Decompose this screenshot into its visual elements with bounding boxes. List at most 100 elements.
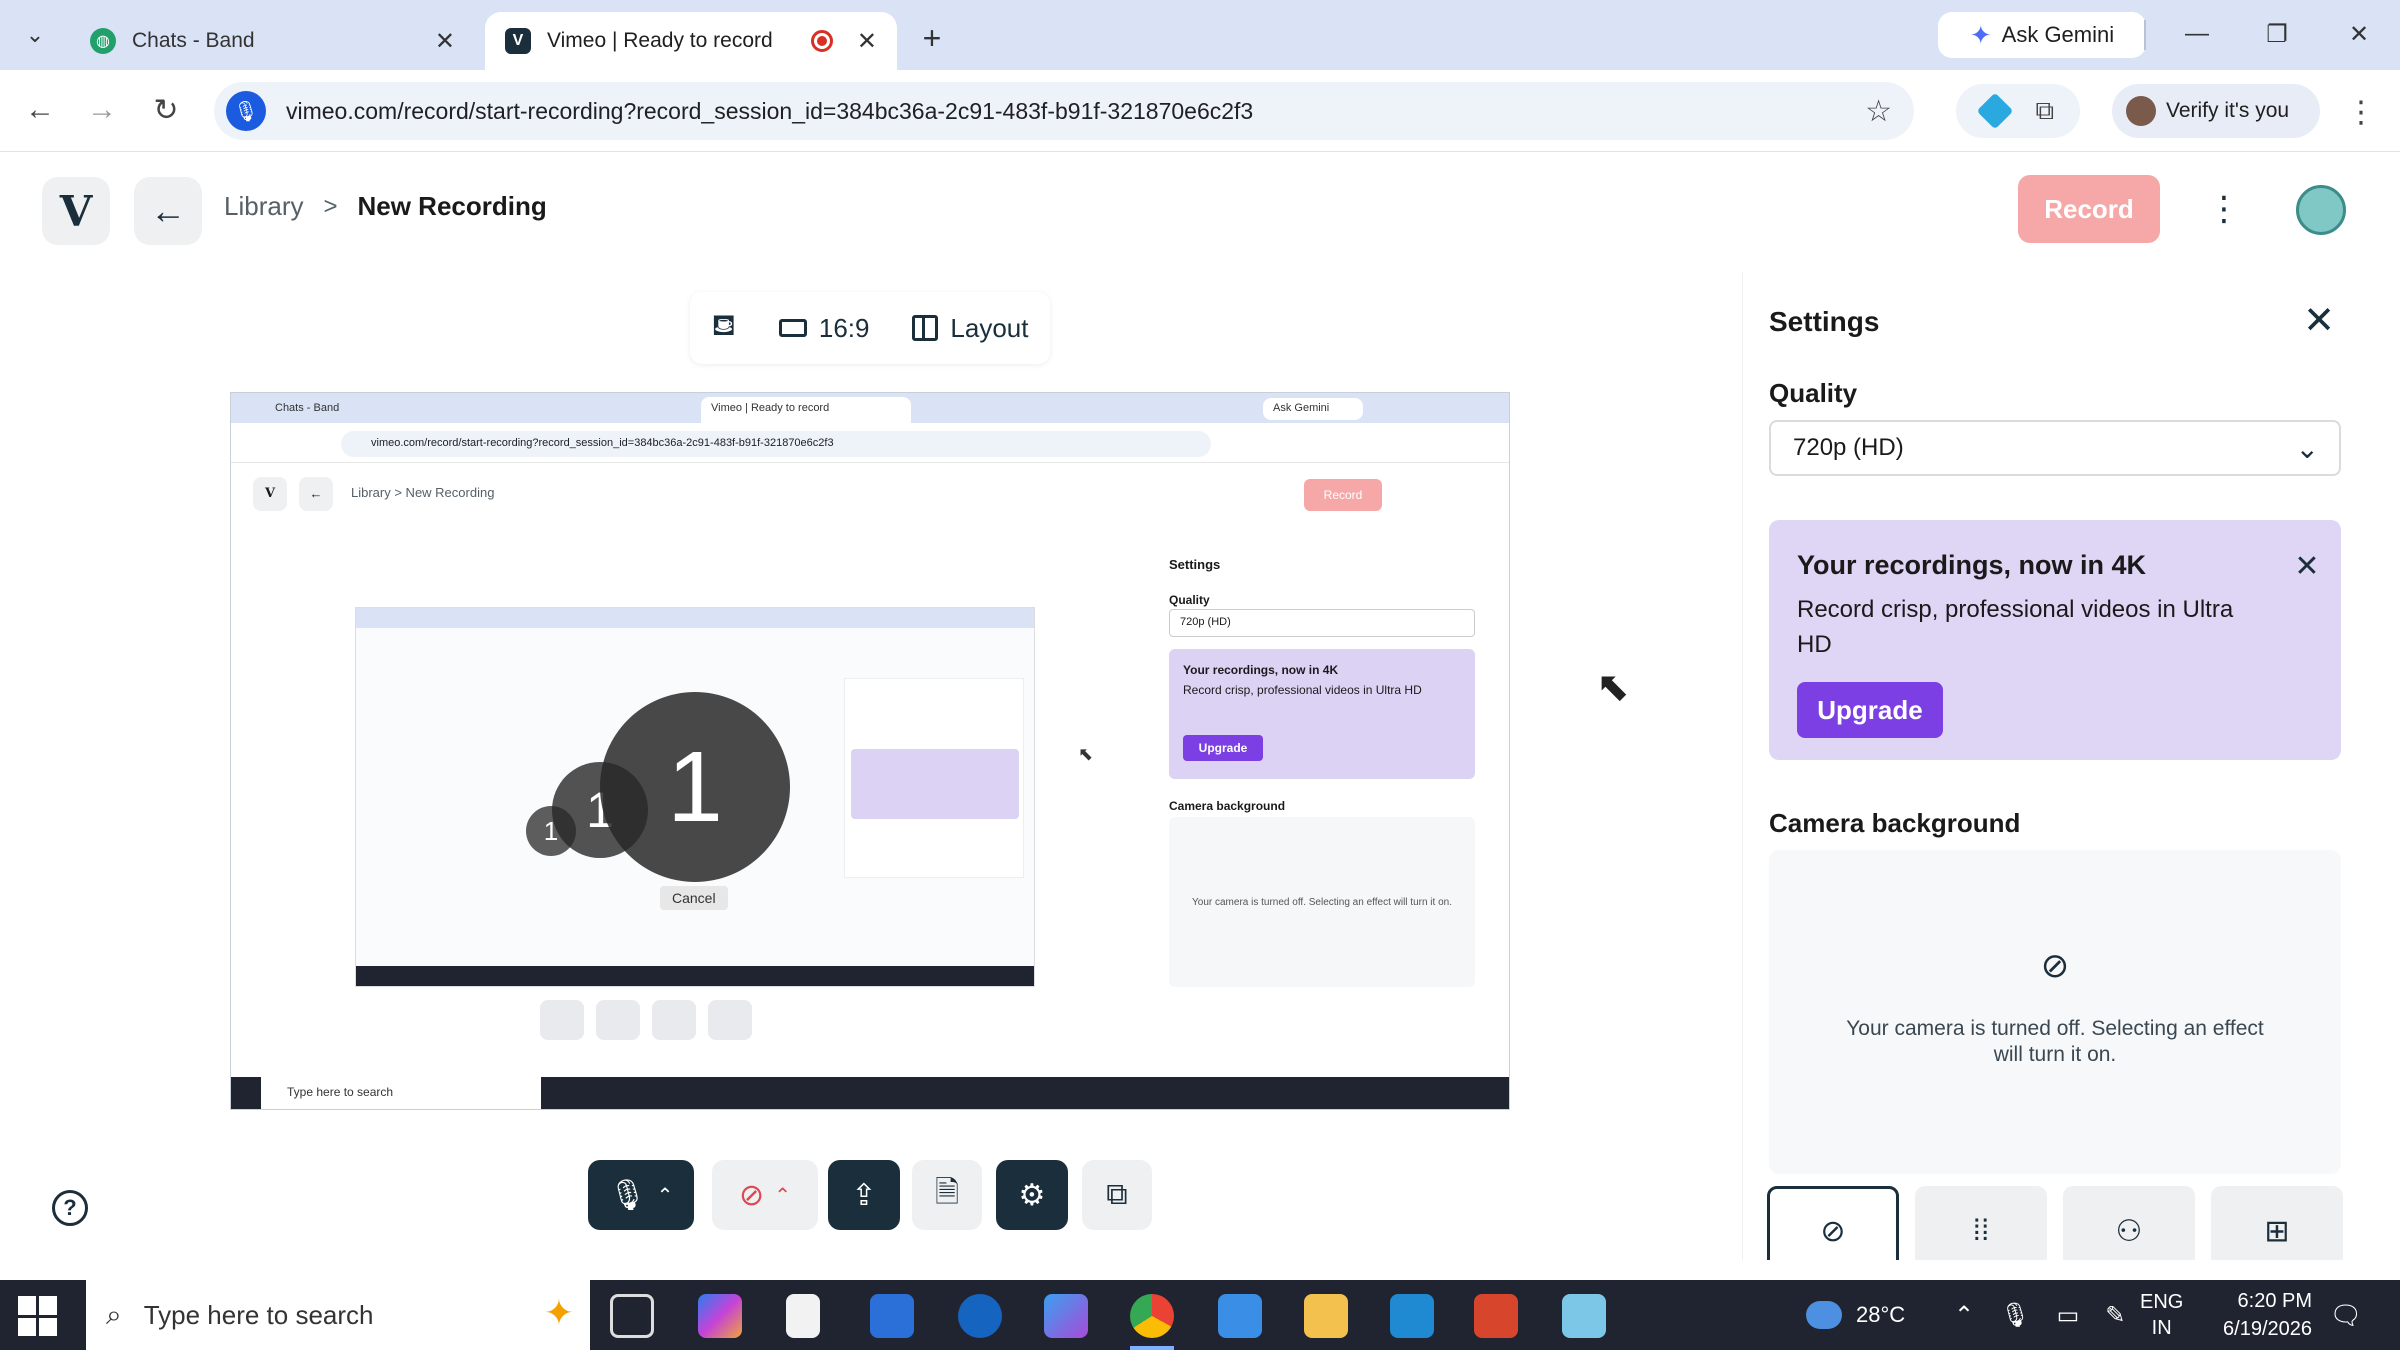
microphone-tray-icon[interactable]: 🎙 — [2000, 1301, 2030, 1330]
preview-gemini: Ask Gemini — [1263, 398, 1363, 420]
microphone-permission-icon[interactable]: 🎙 — [226, 91, 266, 131]
script-notes-button[interactable]: 🗎 — [912, 1160, 982, 1230]
remote-desktop-icon[interactable] — [1218, 1294, 1262, 1338]
preview-control — [596, 1000, 640, 1040]
settings-panel: Settings ✕ Quality 720p (HD) ⌄ Your reco… — [1742, 272, 2360, 1260]
task-view-icon[interactable] — [610, 1294, 654, 1338]
search-highlight-icon: ✦ — [543, 1292, 574, 1333]
preview-settings-title: Settings — [1169, 557, 1221, 572]
background-fill-button[interactable]: ⛾ — [711, 309, 736, 347]
file-explorer-icon[interactable] — [1304, 1294, 1348, 1338]
browser-menu-icon[interactable]: ⋮ — [2346, 90, 2376, 134]
chevron-up-icon[interactable]: ⌃ — [657, 1183, 674, 1208]
clock[interactable]: 6:20 PM 6/19/2026 — [2202, 1280, 2312, 1350]
effect-spotlight-button[interactable]: ⚇ — [2063, 1186, 2195, 1260]
preview-camera-message: Your camera is turned off. Selecting an … — [1192, 897, 1452, 908]
url-text: vimeo.com/record/start-recording?record_… — [286, 97, 1254, 124]
close-tab-icon[interactable]: ✕ — [435, 27, 455, 56]
restore-button[interactable]: ❐ — [2252, 14, 2302, 54]
close-window-button[interactable]: ✕ — [2334, 14, 2384, 54]
outlook-icon[interactable] — [958, 1294, 1002, 1338]
record-button[interactable]: Record — [2018, 175, 2160, 243]
profile-verify-button[interactable]: Verify it's you — [2112, 84, 2320, 138]
preview-back-icon: ← — [299, 477, 333, 511]
help-icon[interactable]: ? — [52, 1190, 88, 1226]
extensions-group: ⧉ — [1956, 84, 2080, 138]
user-avatar[interactable] — [2296, 185, 2346, 235]
nested-tab-strip — [356, 608, 1034, 628]
reload-button[interactable]: ↻ — [144, 88, 188, 132]
tab-vimeo[interactable]: V Vimeo | Ready to record ✕ — [485, 12, 897, 70]
breadcrumb-library-link[interactable]: Library — [224, 191, 303, 222]
countdown-large: 1 — [600, 692, 790, 882]
tab-chats-band[interactable]: ◍ Chats - Band ✕ — [70, 12, 475, 70]
chrome-icon[interactable] — [1130, 1294, 1174, 1338]
preview-toolbar: vimeo.com/record/start-recording?record_… — [231, 423, 1509, 463]
tab-search-dropdown[interactable]: ⌄ — [14, 14, 56, 56]
puzzle-extensions-icon[interactable]: ⧉ — [2036, 95, 2055, 127]
layout-button[interactable]: Layout — [912, 313, 1029, 344]
effect-none-button[interactable]: ⊘ — [1767, 1186, 1899, 1260]
acrobat-icon[interactable] — [1474, 1294, 1518, 1338]
promo-body: Record crisp, professional videos in Ult… — [1797, 596, 2234, 658]
copilot-icon[interactable] — [698, 1294, 742, 1338]
close-tab-icon[interactable]: ✕ — [857, 27, 877, 56]
camera-off-message: Your camera is turned off. Selecting an … — [1846, 1017, 2264, 1066]
close-settings-icon[interactable]: ✕ — [2297, 298, 2341, 342]
aspect-ratio-button[interactable]: 16:9 — [778, 313, 870, 344]
promo-title: Your recordings, now in 4K — [1797, 550, 2147, 580]
nested-settings — [844, 678, 1024, 878]
more-options-icon[interactable]: ⋮ — [2206, 183, 2242, 235]
microphone-toggle-button[interactable]: 🎙 ⌃ — [588, 1160, 694, 1230]
windows-start-button[interactable] — [18, 1296, 58, 1336]
gemini-sparkle-icon: ✦ — [1969, 19, 1992, 50]
app-icon[interactable] — [1562, 1294, 1606, 1338]
cloud-weather-icon — [1806, 1301, 1842, 1329]
pen-icon[interactable]: ✎ — [2105, 1301, 2125, 1330]
share-screen-icon: ⇪ — [851, 1178, 877, 1212]
notifications-icon[interactable]: 🗨 — [2326, 1280, 2366, 1350]
preview-breadcrumb: Library > New Recording — [351, 485, 495, 500]
chevron-up-icon[interactable]: ⌃ — [774, 1183, 791, 1208]
back-arrow-button[interactable]: ← — [134, 177, 202, 245]
bookmark-star-icon[interactable]: ☆ — [1865, 94, 1892, 129]
vscode-icon[interactable] — [1390, 1294, 1434, 1338]
countdown-cancel-button[interactable]: Cancel — [660, 886, 728, 910]
minimize-button[interactable]: — — [2172, 14, 2222, 54]
effect-blur-button[interactable]: ⁞⁞ — [1915, 1186, 2047, 1260]
preview-promo-body: Record crisp, professional videos in Ult… — [1183, 683, 1422, 697]
microsoft-365-icon[interactable] — [1044, 1294, 1088, 1338]
taskbar-search-box[interactable]: ⌕ Type here to search ✦ — [86, 1280, 590, 1350]
ask-gemini-button[interactable]: ✦ Ask Gemini — [1938, 12, 2146, 58]
show-hidden-icons-icon[interactable]: ⌃ — [1954, 1301, 1974, 1330]
quality-select[interactable]: 720p (HD) ⌄ — [1769, 420, 2341, 476]
extension-diamond-icon[interactable] — [1976, 92, 2014, 130]
windows-logo-pane — [18, 1296, 36, 1315]
region-code: IN — [2151, 1317, 2172, 1339]
chevron-right-icon: > — [323, 192, 338, 220]
layout-icon — [912, 315, 939, 341]
store-icon[interactable] — [870, 1294, 914, 1338]
effect-add-image-button[interactable]: ⊞ — [2211, 1186, 2343, 1260]
language-indicator[interactable]: ENG IN — [2140, 1280, 2183, 1350]
vimeo-logo[interactable]: V — [42, 177, 110, 245]
picture-in-picture-button[interactable]: ⧉ — [1082, 1160, 1152, 1230]
share-screen-button[interactable]: ⇪ — [828, 1160, 900, 1230]
settings-button[interactable]: ⚙ — [996, 1160, 1068, 1230]
address-bar[interactable]: 🎙 vimeo.com/record/start-recording?recor… — [214, 82, 1914, 140]
camera-off-icon: ⊘ — [2040, 947, 2070, 985]
vimeo-favicon-icon: V — [505, 28, 531, 54]
camera-preview-box: ⊘ Your camera is turned off. Selecting a… — [1769, 850, 2341, 1174]
upgrade-button[interactable]: Upgrade — [1797, 682, 1943, 738]
camera-effects-row: ⊘ ⁞⁞ ⚇ ⊞ — [1767, 1186, 2343, 1260]
close-promo-icon[interactable]: ✕ — [2289, 548, 2325, 584]
battery-icon[interactable]: ▭ — [2057, 1301, 2080, 1330]
weather-widget[interactable]: 28°C — [1806, 1280, 1905, 1350]
notepad-icon[interactable] — [786, 1294, 820, 1338]
new-tab-button[interactable]: + — [912, 18, 952, 58]
forward-button[interactable]: → — [80, 88, 124, 132]
back-button[interactable]: ← — [18, 88, 62, 132]
preview-app-header: V ← Library > New Recording Record — [231, 463, 1509, 517]
camera-toggle-button[interactable]: ⊘ ⌃ — [712, 1160, 818, 1230]
system-tray: ⌃ 🎙 ▭ ✎ — [1954, 1280, 2125, 1350]
